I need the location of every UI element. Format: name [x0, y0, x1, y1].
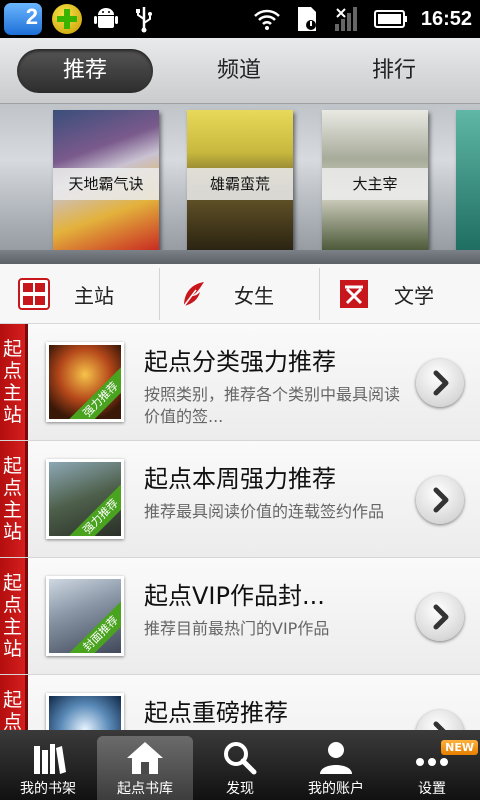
chevron-right-icon[interactable]: [416, 710, 464, 730]
book-title: 天地霸气诀: [53, 168, 159, 200]
source-tag: 起点主站: [0, 324, 28, 440]
nav-label: 我的账户: [308, 781, 364, 797]
tab-channel[interactable]: 频道: [171, 49, 307, 93]
chevron-right-icon[interactable]: [416, 593, 464, 641]
badge-count: 2: [25, 4, 38, 29]
channel-label: 文学: [394, 284, 434, 308]
nav-label: 设置: [418, 781, 446, 797]
nav-settings[interactable]: NEW 设置: [384, 730, 480, 800]
wenxue-icon: [340, 280, 368, 308]
list-item[interactable]: 起点主站 封面推荐 起点VIP作品封... 推荐目前最热门的VIP作品: [0, 558, 480, 675]
recommendation-list: 起点主站 强力推荐 起点分类强力推荐 按照类别，推荐各个类别中最具阅读价值的签.…: [0, 324, 480, 730]
cover-art: [456, 110, 480, 250]
item-thumbnail: [46, 693, 124, 730]
signal-icon: [333, 4, 361, 34]
bookshelf-icon: [34, 744, 66, 774]
usb-icon: [130, 4, 158, 34]
channel-female[interactable]: 女生: [160, 264, 320, 324]
shelf-edge: [0, 250, 480, 264]
status-left: 2: [4, 3, 158, 35]
android-icon: [92, 4, 120, 34]
item-description: 推荐目前最热门的VIP作品: [144, 619, 330, 638]
nav-discover[interactable]: 发现: [192, 730, 288, 800]
book-cover-3[interactable]: 大主宰: [322, 110, 428, 250]
user-icon: [320, 742, 352, 774]
status-right: 16:52: [253, 0, 472, 38]
search-icon: [224, 742, 257, 775]
book-cover-4-partial[interactable]: [456, 110, 480, 250]
item-thumbnail: 封面推荐: [46, 576, 124, 656]
home-icon: [127, 742, 163, 774]
tab-ranking[interactable]: 排行: [326, 49, 462, 93]
chevron-right-icon[interactable]: [416, 359, 464, 407]
status-bar: 2 16:52: [0, 0, 480, 38]
featured-banner[interactable]: 天地霸气诀 雄霸蛮荒 大主宰: [0, 104, 480, 264]
chevron-right-icon[interactable]: [416, 476, 464, 524]
channel-literature[interactable]: 文学: [320, 264, 480, 324]
plus-app-icon: [52, 4, 82, 34]
book-cover-2[interactable]: 雄霸蛮荒: [187, 110, 293, 250]
new-badge: NEW: [441, 740, 478, 755]
battery-icon: [373, 4, 409, 34]
book-title: 大主宰: [322, 168, 428, 200]
channel-label: 女生: [234, 284, 274, 308]
nav-label: 起点书库: [117, 781, 173, 797]
nav-label: 我的书架: [20, 781, 76, 797]
item-title: 起点分类强力推荐: [144, 348, 336, 376]
item-title: 起点本周强力推荐: [144, 465, 336, 493]
item-thumbnail: 强力推荐: [46, 459, 124, 539]
item-title: 起点重磅推荐: [144, 699, 288, 727]
tab-recommend[interactable]: 推荐: [17, 49, 153, 93]
source-tag: 起点主站: [0, 441, 28, 557]
source-tag: 起点主站: [0, 558, 28, 674]
item-description: 推荐最具阅读价值的连载签约作品: [144, 502, 385, 521]
qidian-icon: [18, 278, 50, 310]
item-title: 起点VIP作品封...: [144, 582, 325, 610]
channel-main[interactable]: 主站: [0, 264, 160, 324]
item-thumbnail: 强力推荐: [46, 342, 124, 422]
app-root: 2 16:52 推荐 频道 排行 天地霸气诀 雄霸蛮荒 大主宰 主站 女生 文学…: [0, 0, 480, 800]
nav-account[interactable]: 我的账户: [288, 730, 384, 800]
book-cover-1[interactable]: 天地霸气诀: [53, 110, 159, 250]
top-tab-bar: 推荐 频道 排行: [0, 38, 480, 104]
channel-bar: 主站 女生 文学: [0, 264, 480, 324]
nav-library[interactable]: 起点书库: [97, 736, 193, 800]
nav-label: 发现: [226, 781, 254, 797]
wifi-icon: [253, 4, 281, 34]
list-item[interactable]: 起点 起点重磅推荐: [0, 675, 480, 730]
clock: 16:52: [420, 7, 472, 30]
source-tag: 起点: [0, 675, 28, 730]
book-title: 雄霸蛮荒: [187, 168, 293, 200]
list-item[interactable]: 起点主站 强力推荐 起点本周强力推荐 推荐最具阅读价值的连载签约作品: [0, 441, 480, 558]
feather-icon: [183, 282, 204, 307]
channel-label: 主站: [74, 284, 114, 308]
sd-card-icon: [293, 4, 321, 34]
app-badge-icon: 2: [4, 3, 42, 35]
bottom-nav: 我的书架 起点书库 发现 我的账户 NEW 设置: [0, 730, 480, 800]
nav-bookshelf[interactable]: 我的书架: [0, 730, 96, 800]
list-item[interactable]: 起点主站 强力推荐 起点分类强力推荐 按照类别，推荐各个类别中最具阅读价值的签.…: [0, 324, 480, 441]
item-description: 按照类别，推荐各个类别中最具阅读价值的签...: [144, 385, 401, 426]
